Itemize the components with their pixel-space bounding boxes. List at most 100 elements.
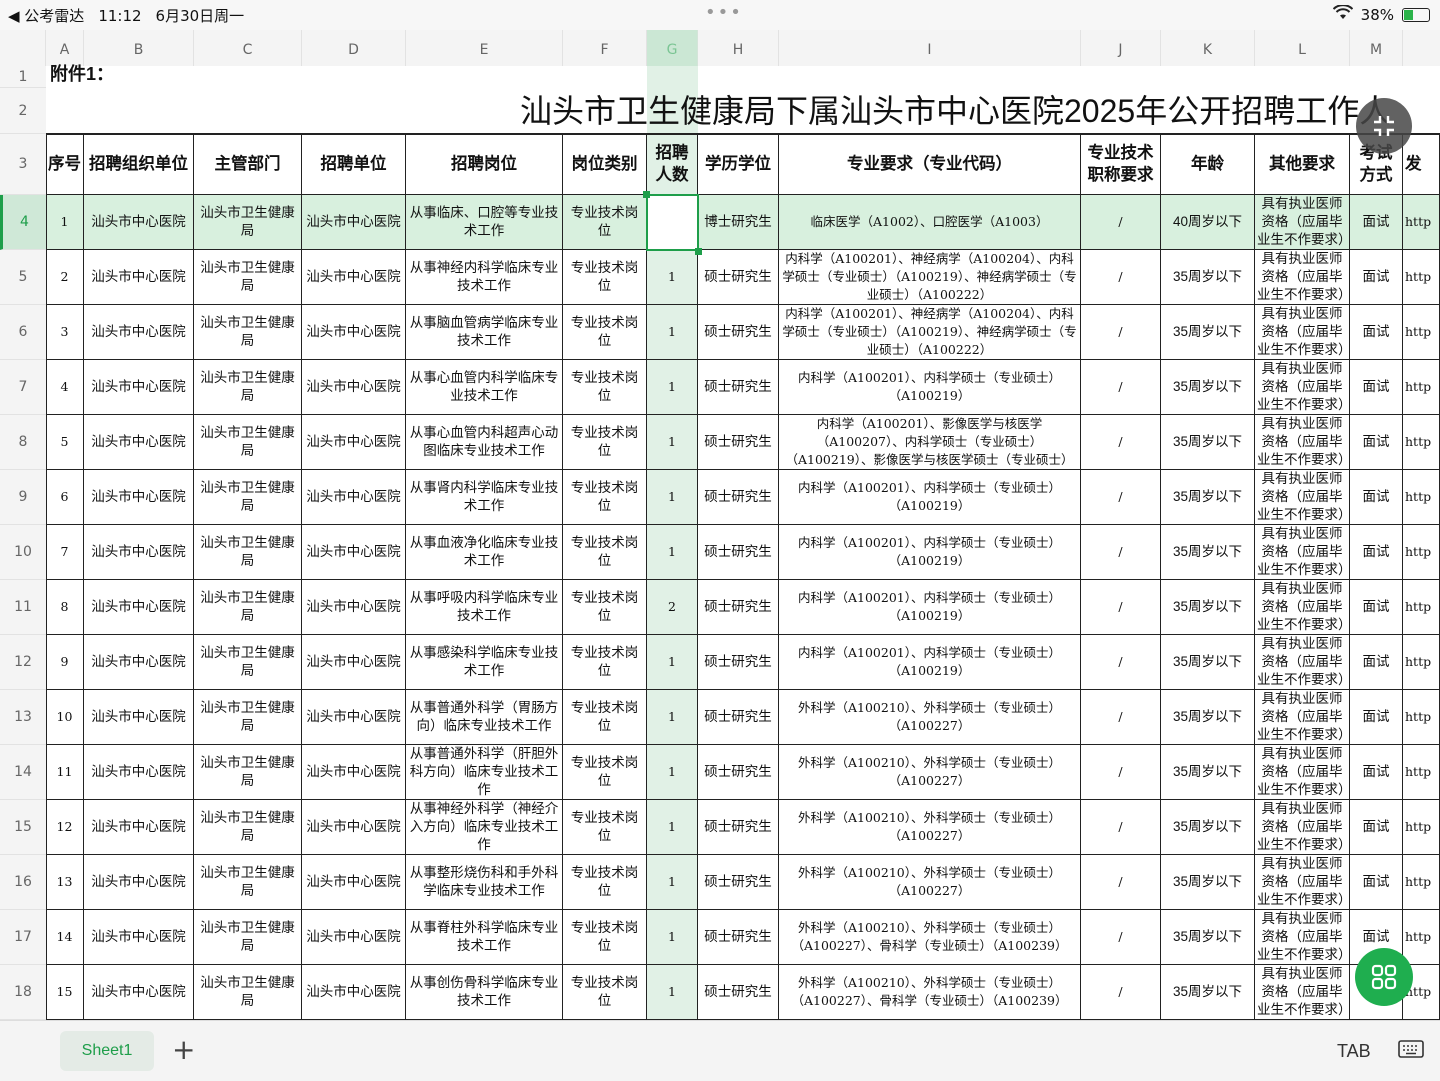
cell-num[interactable]: 1: [647, 415, 698, 470]
cell-pub[interactable]: http: [1403, 415, 1440, 470]
cell-age[interactable]: 40周岁以下: [1161, 195, 1255, 250]
cell-pub[interactable]: http: [1403, 855, 1440, 910]
cell-post[interactable]: 从事创伤骨科学临床专业技术工作: [406, 965, 563, 1020]
cell-age[interactable]: 35周岁以下: [1161, 855, 1255, 910]
header-post[interactable]: 招聘岗位: [406, 134, 563, 195]
cell-other[interactable]: 具有执业医师资格（应届毕业生不作要求）: [1255, 305, 1350, 360]
cell-age[interactable]: 35周岁以下: [1161, 250, 1255, 305]
cell-pub[interactable]: http: [1403, 195, 1440, 250]
cell-unit[interactable]: 汕头市中心医院: [302, 910, 406, 965]
cell-edu[interactable]: 硕士研究生: [698, 800, 779, 855]
cell-age[interactable]: 35周岁以下: [1161, 800, 1255, 855]
cell-other[interactable]: 具有执业医师资格（应届毕业生不作要求）: [1255, 360, 1350, 415]
cell-dept[interactable]: 汕头市卫生健康局: [194, 195, 302, 250]
row-header-15[interactable]: 15: [0, 800, 46, 855]
cell-major[interactable]: 外科学（A100210）、外科学硕士（专业硕士）（A100227）: [779, 690, 1081, 745]
cell-post[interactable]: 从事心血管内科超声心动图临床专业技术工作: [406, 415, 563, 470]
cell-other[interactable]: 具有执业医师资格（应届毕业生不作要求）: [1255, 910, 1350, 965]
row-header-4[interactable]: 4: [0, 195, 46, 250]
row-header-18[interactable]: 18: [0, 965, 46, 1020]
cell-no[interactable]: 1: [46, 195, 84, 250]
selection-handle-top[interactable]: [643, 191, 650, 198]
exit-fullscreen-button[interactable]: [1356, 98, 1412, 154]
cell-major[interactable]: 内科学（A100201）、影像医学与核医学（A100207）、内科学硕士（专业硕…: [779, 415, 1081, 470]
cell-dept[interactable]: 汕头市卫生健康局: [194, 855, 302, 910]
cell-major[interactable]: 内科学（A100201）、内科学硕士（专业硕士）（A100219）: [779, 580, 1081, 635]
back-to-app-link[interactable]: ◀ 公考雷达: [8, 5, 84, 26]
cell-unit[interactable]: 汕头市中心医院: [302, 855, 406, 910]
cell-age[interactable]: 35周岁以下: [1161, 965, 1255, 1020]
cell-post[interactable]: 从事肾内科学临床专业技术工作: [406, 470, 563, 525]
cell-post[interactable]: 从事呼吸内科学临床专业技术工作: [406, 580, 563, 635]
cell-post[interactable]: 从事脊柱外科学临床专业技术工作: [406, 910, 563, 965]
cell-cat[interactable]: 专业技术岗位: [563, 525, 647, 580]
column-header-m[interactable]: M: [1350, 30, 1403, 66]
cell-age[interactable]: 35周岁以下: [1161, 580, 1255, 635]
cell-age[interactable]: 35周岁以下: [1161, 415, 1255, 470]
column-header-j[interactable]: J: [1081, 30, 1161, 66]
keyboard-icon[interactable]: [1398, 1039, 1424, 1065]
cell-pub[interactable]: http: [1403, 580, 1440, 635]
cell-exam[interactable]: 面试: [1350, 305, 1403, 360]
cell-dept[interactable]: 汕头市卫生健康局: [194, 635, 302, 690]
row-header-6[interactable]: 6: [0, 305, 46, 360]
cell-no[interactable]: 11: [46, 745, 84, 800]
sheet-tab-sheet1[interactable]: Sheet1: [60, 1031, 154, 1071]
cell-other[interactable]: 具有执业医师资格（应届毕业生不作要求）: [1255, 855, 1350, 910]
cell-cat[interactable]: 专业技术岗位: [563, 690, 647, 745]
cell-no[interactable]: 13: [46, 855, 84, 910]
cell-pub[interactable]: http: [1403, 305, 1440, 360]
cell-cat[interactable]: 专业技术岗位: [563, 250, 647, 305]
cell-title_req[interactable]: /: [1081, 855, 1161, 910]
cell-unit[interactable]: 汕头市中心医院: [302, 470, 406, 525]
header-age[interactable]: 年龄: [1161, 134, 1255, 195]
cell-pub[interactable]: http: [1403, 745, 1440, 800]
column-header-l[interactable]: L: [1255, 30, 1350, 66]
cell-major[interactable]: 外科学（A100210）、外科学硕士（专业硕士）（A100227）、骨科学（专业…: [779, 965, 1081, 1020]
cell-edu[interactable]: 硕士研究生: [698, 965, 779, 1020]
cell-other[interactable]: 具有执业医师资格（应届毕业生不作要求）: [1255, 800, 1350, 855]
cell-cat[interactable]: 专业技术岗位: [563, 965, 647, 1020]
cell-other[interactable]: 具有执业医师资格（应届毕业生不作要求）: [1255, 635, 1350, 690]
cell-major[interactable]: 内科学（A100201）、内科学硕士（专业硕士）（A100219）: [779, 360, 1081, 415]
cell-major[interactable]: 内科学（A100201）、内科学硕士（专业硕士）（A100219）: [779, 525, 1081, 580]
cell-cat[interactable]: 专业技术岗位: [563, 580, 647, 635]
cell-org[interactable]: 汕头市中心医院: [84, 855, 194, 910]
cell-org[interactable]: 汕头市中心医院: [84, 965, 194, 1020]
cell-pub[interactable]: http: [1403, 360, 1440, 415]
cell-edu[interactable]: 硕士研究生: [698, 855, 779, 910]
cell-dept[interactable]: 汕头市卫生健康局: [194, 305, 302, 360]
cell-num[interactable]: 1: [647, 800, 698, 855]
cell-title_req[interactable]: /: [1081, 745, 1161, 800]
cell-major[interactable]: 外科学（A100210）、外科学硕士（专业硕士）（A100227）: [779, 745, 1081, 800]
row-header-5[interactable]: 5: [0, 250, 46, 305]
cell-title_req[interactable]: /: [1081, 525, 1161, 580]
header-title-req[interactable]: 专业技术职称要求: [1081, 134, 1161, 195]
cell-age[interactable]: 35周岁以下: [1161, 910, 1255, 965]
cell-unit[interactable]: 汕头市中心医院: [302, 800, 406, 855]
cell-post[interactable]: 从事整形烧伤科和手外科学临床专业技术工作: [406, 855, 563, 910]
header-category[interactable]: 岗位类别: [563, 134, 647, 195]
column-header-c[interactable]: C: [194, 30, 302, 66]
cell-num[interactable]: 1: [647, 525, 698, 580]
row-header-17[interactable]: 17: [0, 910, 46, 965]
column-header-i[interactable]: I: [779, 30, 1081, 66]
cell-num[interactable]: 1: [647, 250, 698, 305]
header-no[interactable]: 序号: [46, 134, 84, 195]
cell-exam[interactable]: 面试: [1350, 800, 1403, 855]
cell-edu[interactable]: 硕士研究生: [698, 415, 779, 470]
cell-dept[interactable]: 汕头市卫生健康局: [194, 360, 302, 415]
cell-org[interactable]: 汕头市中心医院: [84, 195, 194, 250]
row-header-16[interactable]: 16: [0, 855, 46, 910]
cell-edu[interactable]: 硕士研究生: [698, 635, 779, 690]
cell-major[interactable]: 临床医学（A1002）、口腔医学（A1003）: [779, 195, 1081, 250]
cell-unit[interactable]: 汕头市中心医院: [302, 745, 406, 800]
cell-exam[interactable]: 面试: [1350, 745, 1403, 800]
cell-num[interactable]: 1: [647, 635, 698, 690]
header-unit[interactable]: 招聘单位: [302, 134, 406, 195]
cell-dept[interactable]: 汕头市卫生健康局: [194, 690, 302, 745]
cell-title_req[interactable]: /: [1081, 635, 1161, 690]
cell-edu[interactable]: 硕士研究生: [698, 580, 779, 635]
cell-major[interactable]: 内科学（A100201）、内科学硕士（专业硕士）（A100219）: [779, 470, 1081, 525]
cell-title_req[interactable]: /: [1081, 470, 1161, 525]
